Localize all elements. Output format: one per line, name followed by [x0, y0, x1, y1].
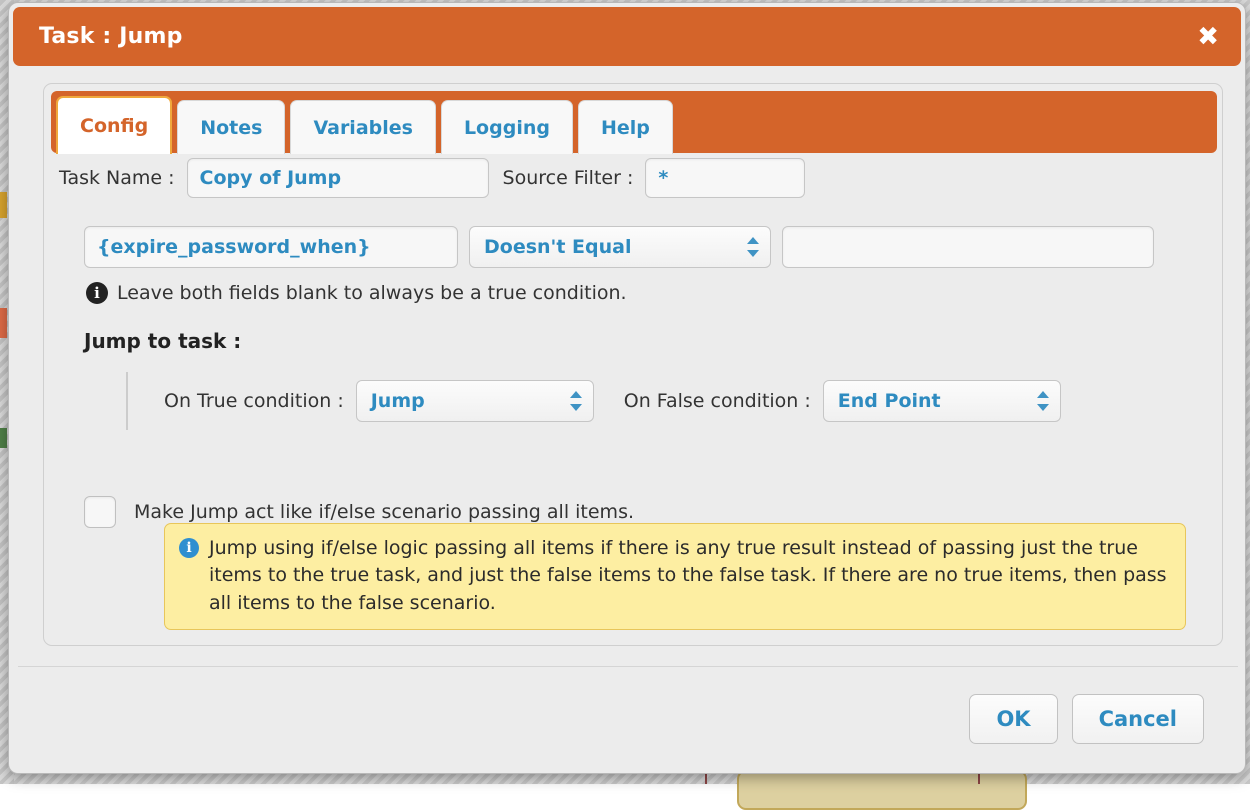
ok-button[interactable]: OK	[969, 694, 1057, 744]
ifelse-checkbox-label: Make Jump act like if/else scenario pass…	[134, 501, 634, 523]
background-sliver-gold	[0, 192, 7, 218]
tab-notes[interactable]: Notes	[177, 100, 285, 154]
background-sliver-orange	[0, 308, 7, 338]
tab-config[interactable]: Config	[56, 96, 172, 154]
chevron-updown-icon	[1037, 389, 1049, 413]
footer-button-group: OK Cancel	[955, 694, 1204, 744]
background-sliver-green	[0, 428, 7, 448]
condition-field-input[interactable]: {expire_password_when}	[84, 226, 458, 268]
condition-hint: i Leave both fields blank to always be a…	[86, 282, 627, 304]
condition-operator-select[interactable]: Doesn't Equal	[469, 226, 771, 268]
on-true-value: Jump	[371, 390, 425, 412]
tab-variables[interactable]: Variables	[290, 100, 436, 154]
ifelse-notice: i Jump using if/else logic passing all i…	[164, 523, 1186, 630]
ifelse-notice-text: Jump using if/else logic passing all ite…	[209, 535, 1171, 617]
task-dialog: Task : Jump ✖ Config Notes Variables Log…	[8, 2, 1246, 774]
tab-variables-label: Variables	[313, 117, 413, 139]
info-icon: i	[179, 538, 199, 558]
dialog-footer: OK Cancel	[18, 666, 1238, 766]
on-false-label: On False condition :	[624, 390, 811, 412]
condition-hint-text: Leave both fields blank to always be a t…	[117, 282, 627, 304]
ifelse-checkbox[interactable]	[84, 496, 116, 528]
task-name-label: Task Name :	[59, 167, 175, 189]
task-identity-row: Task Name : Copy of Jump Source Filter :…	[59, 158, 805, 198]
tab-config-label: Config	[80, 115, 148, 137]
on-true-select[interactable]: Jump	[356, 380, 594, 422]
task-name-input[interactable]: Copy of Jump	[187, 158, 489, 198]
info-icon: i	[86, 282, 108, 304]
condition-value-input[interactable]	[782, 226, 1154, 268]
tab-notes-label: Notes	[200, 117, 262, 139]
dialog-content-panel: Config Notes Variables Logging Help Task…	[43, 83, 1223, 646]
dialog-title: Task : Jump	[13, 24, 183, 49]
cancel-button[interactable]: Cancel	[1072, 694, 1204, 744]
on-false-value: End Point	[838, 390, 941, 412]
on-false-select[interactable]: End Point	[823, 380, 1061, 422]
source-filter-input[interactable]: *	[645, 158, 805, 198]
background-rounded-panel	[737, 770, 1027, 810]
source-filter-label: Source Filter :	[503, 167, 634, 189]
tab-bar: Config Notes Variables Logging Help	[51, 91, 1217, 153]
jump-targets-row: On True condition : Jump On False condit…	[126, 372, 1186, 430]
close-icon[interactable]: ✖	[1197, 24, 1219, 50]
condition-operator-value: Doesn't Equal	[484, 236, 632, 258]
tab-help[interactable]: Help	[578, 100, 673, 154]
tab-logging[interactable]: Logging	[441, 100, 573, 154]
chevron-updown-icon	[747, 235, 759, 259]
tab-logging-label: Logging	[464, 117, 550, 139]
chevron-updown-icon	[570, 389, 582, 413]
dialog-titlebar: Task : Jump ✖	[13, 7, 1241, 66]
on-true-label: On True condition :	[164, 390, 344, 412]
jump-to-task-heading: Jump to task :	[84, 329, 241, 353]
tab-help-label: Help	[601, 117, 650, 139]
condition-row: {expire_password_when} Doesn't Equal	[84, 226, 1154, 268]
